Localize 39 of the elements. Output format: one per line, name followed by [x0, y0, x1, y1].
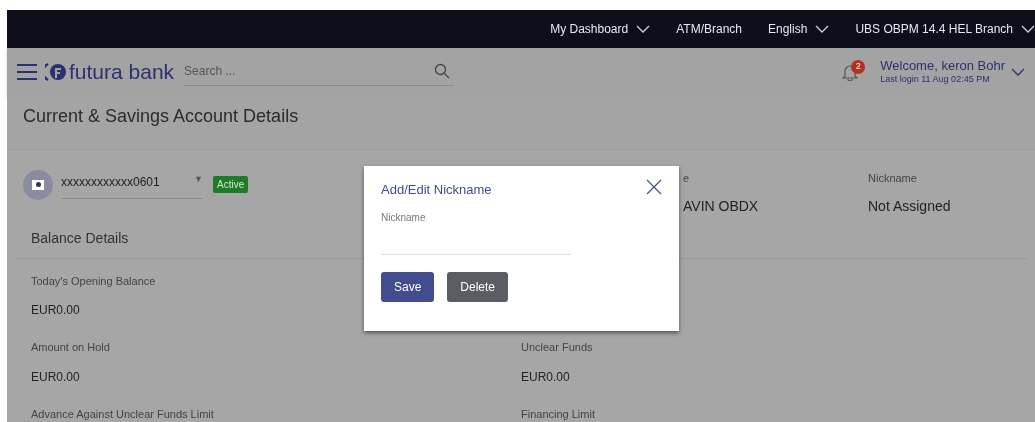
field-label: Nickname: [868, 170, 917, 186]
search-icon[interactable]: [434, 63, 451, 79]
account-icon: [23, 169, 53, 200]
search-field[interactable]: Search ...: [184, 62, 385, 80]
delete-button[interactable]: Delete: [447, 271, 509, 302]
welcome-text[interactable]: Welcome, keron Bohr: [880, 57, 1005, 74]
page-title: Current & Savings Account Details: [23, 106, 299, 126]
field-label: e: [683, 170, 690, 186]
field-label: Nickname: [381, 210, 427, 225]
chevron-down-icon: [636, 25, 651, 33]
status-badge: Active: [213, 176, 249, 194]
balance-label: Financing Limit: [521, 406, 595, 422]
logo-icon: [45, 60, 67, 83]
account-dropdown[interactable]: xxxxxxxxxxxx0601 ▼: [61, 170, 203, 199]
field-value: Not Assigned: [868, 197, 951, 217]
balance-value: EUR0.00: [31, 368, 80, 386]
top-menu-item[interactable]: UBS OBPM 14.4 HEL Branch: [855, 20, 1013, 38]
logo-text: futura bank: [69, 61, 175, 82]
balance-label: Today's Opening Balance: [31, 273, 156, 289]
bell-icon[interactable]: [842, 62, 859, 81]
close-icon[interactable]: [646, 179, 662, 195]
field-value: AVIN OBDX: [683, 197, 759, 217]
last-login-text: Last login 11 Aug 02:45 PM: [880, 74, 991, 86]
balance-label: Amount on Hold: [31, 340, 110, 355]
chevron-down-icon: [1021, 25, 1035, 33]
balance-label: Advance Against Unclear Funds Limit: [31, 406, 214, 422]
notification-badge: 2: [851, 59, 866, 74]
balance-label: Unclear Funds: [521, 340, 593, 355]
chevron-down-icon: [815, 25, 830, 33]
top-menu-item[interactable]: ATM/Branch: [676, 20, 742, 38]
top-menu-item[interactable]: English: [768, 20, 808, 38]
chevron-down-icon[interactable]: [1011, 67, 1025, 76]
balance-value: EUR0.00: [31, 302, 80, 319]
top-menu-item[interactable]: My Dashboard: [550, 20, 629, 38]
balance-value: EUR0.00: [521, 368, 570, 386]
dialog-title: Add/Edit Nickname: [381, 181, 492, 199]
section-heading: Balance Details: [31, 229, 129, 246]
save-button[interactable]: Save: [381, 271, 435, 302]
menu-icon[interactable]: [17, 63, 37, 80]
